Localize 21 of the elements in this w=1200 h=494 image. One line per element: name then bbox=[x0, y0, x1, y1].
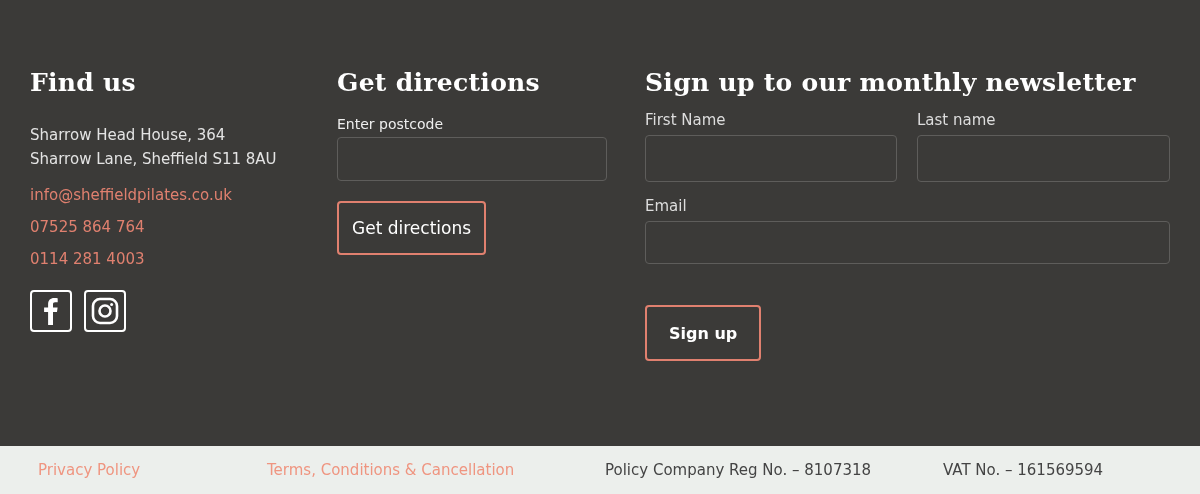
section-heading: Sign up to our monthly newsletter bbox=[645, 67, 1136, 99]
get-directions-button[interactable]: Get directions bbox=[337, 201, 487, 255]
contact-link[interactable]: 0114 281 4003 bbox=[30, 243, 145, 275]
address-text: Sharrow Head House, 364 Sharrow Lane, Sheffield S11 8AU bbox=[30, 125, 277, 170]
section-heading: Get directions bbox=[337, 67, 540, 99]
instagram-icon[interactable] bbox=[84, 290, 126, 332]
field-label: Email bbox=[645, 196, 688, 216]
postcode-field[interactable] bbox=[337, 137, 607, 181]
footer-text: Policy Company Reg No. – 8107318 bbox=[605, 461, 873, 479]
sign-up-button[interactable]: Sign up bbox=[645, 305, 762, 361]
section-heading: Find us bbox=[30, 67, 136, 99]
input-field[interactable] bbox=[917, 135, 1170, 182]
input-field[interactable] bbox=[645, 221, 1170, 264]
input-field[interactable] bbox=[645, 135, 897, 182]
field-label: Last name bbox=[917, 110, 997, 130]
footer-text: VAT No. – 161569594 bbox=[943, 461, 1104, 479]
field-label: First Name bbox=[645, 110, 727, 130]
contact-link[interactable]: 07525 864 764 bbox=[30, 211, 145, 243]
contact-link[interactable]: info@sheffieldpilates.co.uk bbox=[30, 179, 232, 211]
field-label: Enter postcode bbox=[337, 115, 444, 134]
facebook-icon[interactable] bbox=[30, 290, 72, 332]
